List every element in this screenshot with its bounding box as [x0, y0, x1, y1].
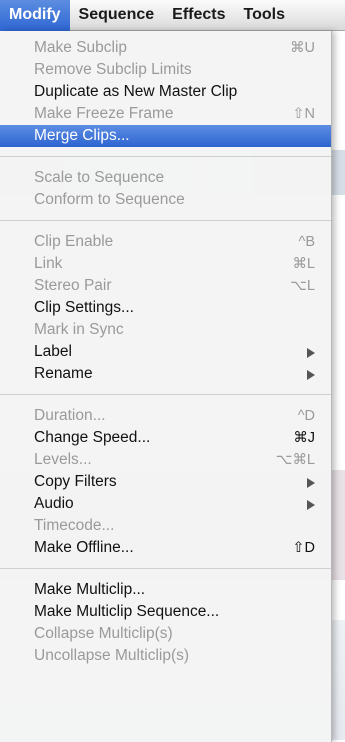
submenu-arrow-icon: [307, 370, 315, 380]
menu-item-label: Conform to Sequence: [34, 191, 185, 208]
menu-item-audio[interactable]: Audio: [0, 493, 331, 515]
menu-bar: Modify Sequence Effects Tools: [0, 0, 345, 31]
menu-item-label: Audio: [34, 495, 74, 512]
menu-item-rename[interactable]: Rename: [0, 363, 331, 385]
menubar-sequence[interactable]: Sequence: [70, 0, 164, 31]
submenu-arrow-icon: [307, 348, 315, 358]
keyboard-shortcut: ⌥⌘L: [275, 452, 315, 468]
menu-item-mark-in-sync: Mark in Sync: [0, 319, 331, 341]
menu-item-label: Levels...: [34, 451, 92, 468]
submenu-arrow-icon: [307, 478, 315, 488]
keyboard-shortcut: ⌘J: [293, 430, 315, 446]
keyboard-shortcut: ⌘U: [290, 40, 315, 56]
menu-item-label: Label: [34, 343, 72, 360]
keyboard-shortcut: ⌥L: [290, 278, 315, 294]
menu-separator: [0, 568, 331, 569]
keyboard-shortcut: ^D: [297, 408, 315, 424]
menu-item-label: Make Multiclip...: [34, 581, 146, 598]
menu-item-remove-subclip-limits: Remove Subclip Limits: [0, 59, 331, 81]
menu-item-label: Make Multiclip Sequence...: [34, 603, 220, 620]
menubar-effects[interactable]: Effects: [163, 0, 234, 31]
menu-item-timecode: Timecode...: [0, 515, 331, 537]
menu-item-label: Stereo Pair: [34, 277, 112, 294]
menu-item-collapse-multiclip-s: Collapse Multiclip(s): [0, 623, 331, 645]
screen: Modify Sequence Effects Tools Make Subclip ⌘…: [0, 0, 345, 742]
menu-item-label: Uncollapse Multiclip(s): [34, 647, 190, 664]
menu-item-make-freeze-frame: Make Freeze Frame ⇧N: [0, 103, 331, 125]
menu-item-copy-filters[interactable]: Copy Filters: [0, 471, 331, 493]
menu-item-label: Duration...: [34, 407, 106, 424]
menu-item-duplicate-as-new-master-clip[interactable]: Duplicate as New Master Clip: [0, 81, 331, 103]
submenu-arrow-icon: [307, 500, 315, 510]
menu-item-make-offline[interactable]: Make Offline... ⇧D: [0, 537, 331, 559]
menu-item-label: Timecode...: [34, 517, 115, 534]
menu-item-label: Link: [34, 255, 63, 272]
menu-separator: [0, 394, 331, 395]
menu-item-stereo-pair: Stereo Pair ⌥L: [0, 275, 331, 297]
menubar-modify[interactable]: Modify: [0, 0, 70, 31]
keyboard-shortcut: ⌘L: [292, 256, 315, 272]
menu-item-label: Make Offline...: [34, 539, 134, 556]
menu-item-label: Mark in Sync: [34, 321, 124, 338]
menu-separator: [0, 156, 331, 157]
menu-item-uncollapse-multiclip-s: Uncollapse Multiclip(s): [0, 645, 331, 667]
menu-item-label: Change Speed...: [34, 429, 151, 446]
menu-item-link: Link ⌘L: [0, 253, 331, 275]
menu-item-label: Scale to Sequence: [34, 169, 165, 186]
menu-item-duration: Duration... ^D: [0, 405, 331, 427]
menu-item-label: Make Subclip: [34, 39, 128, 56]
menu-item-levels: Levels... ⌥⌘L: [0, 449, 331, 471]
menu-item-label: Make Freeze Frame: [34, 105, 174, 122]
menu-item-make-multiclip-sequence[interactable]: Make Multiclip Sequence...: [0, 601, 331, 623]
menu-separator: [0, 220, 331, 221]
menu-item-merge-clips[interactable]: Merge Clips...: [0, 125, 331, 147]
menu-item-make-subclip: Make Subclip ⌘U: [0, 37, 331, 59]
menu-item-label: Copy Filters: [34, 473, 117, 490]
modify-menu-dropdown: Make Subclip ⌘U Remove Subclip Limits Dupli…: [0, 31, 332, 742]
keyboard-shortcut: ⇧D: [292, 540, 315, 556]
menu-item-label: Duplicate as New Master Clip: [34, 83, 238, 100]
menu-item-label: Clip Enable: [34, 233, 114, 250]
menu-item-scale-to-sequence: Scale to Sequence: [0, 167, 331, 189]
menu-item-label: Collapse Multiclip(s): [34, 625, 173, 642]
keyboard-shortcut: ^B: [298, 234, 315, 250]
menu-item-label[interactable]: Label: [0, 341, 331, 363]
menubar-tools[interactable]: Tools: [235, 0, 294, 31]
menu-item-change-speed[interactable]: Change Speed... ⌘J: [0, 427, 331, 449]
keyboard-shortcut: ⇧N: [292, 106, 315, 122]
menu-item-label: Remove Subclip Limits: [34, 61, 192, 78]
menu-item-make-multiclip[interactable]: Make Multiclip...: [0, 579, 331, 601]
menu-item-label: Rename: [34, 365, 93, 382]
menu-item-conform-to-sequence: Conform to Sequence: [0, 189, 331, 211]
menu-item-label: Merge Clips...: [34, 127, 130, 144]
menu-item-clip-enable: Clip Enable ^B: [0, 231, 331, 253]
menu-item-clip-settings[interactable]: Clip Settings...: [0, 297, 331, 319]
menu-item-label: Clip Settings...: [34, 299, 134, 316]
